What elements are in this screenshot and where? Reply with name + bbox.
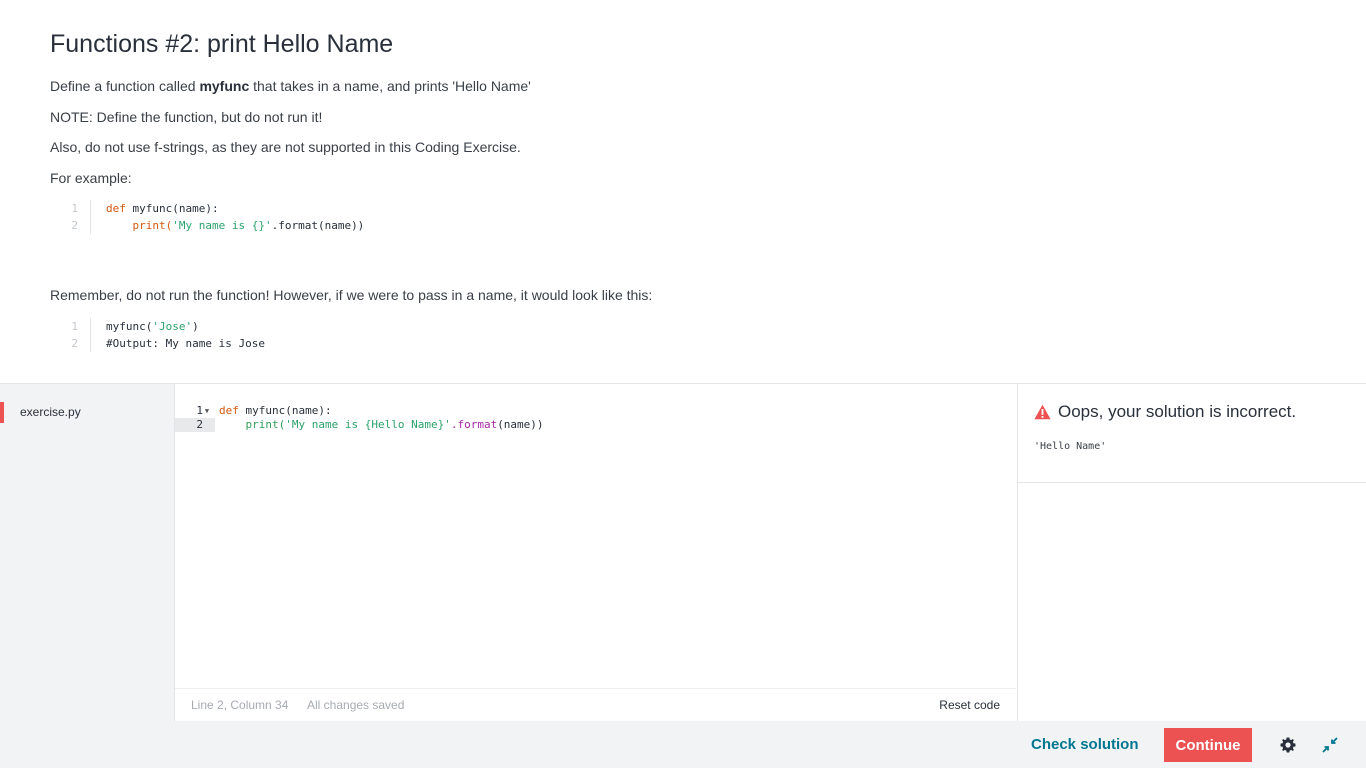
example-code-line: 2 print('My name is {}'.format(name)) [50,217,364,234]
editor-gutter-line-number: 2 [175,418,215,432]
fold-arrow-icon[interactable]: ▼ [203,404,211,418]
code-editor[interactable]: 1 ▼ def myfunc(name): 2 print('My name is… [175,384,1017,721]
file-list: exercise.py [0,384,175,721]
result-divider [1018,482,1366,483]
remember-text: Remember, do not run the function! Howev… [50,287,653,303]
instructions-panel: Functions #2: print Hello Name Define a … [0,0,1366,383]
intro-text: Define a function called myfunc that tak… [50,78,531,94]
collapse-icon[interactable] [1319,734,1341,756]
fstring-text: Also, do not use f-strings, as they are … [50,139,521,155]
intro-function-name: myfunc [199,78,250,94]
footer-bar: Check solution Continue [0,721,1366,768]
check-solution-button[interactable]: Check solution [1024,728,1146,762]
line-number: 2 [50,335,91,352]
intro-suffix: that takes in a name, and prints 'Hello … [249,78,531,94]
result-message: Oops, your solution is incorrect. [1058,402,1297,421]
gear-icon[interactable] [1277,734,1299,756]
gutter-number: 2 [196,418,203,431]
code-string: 'Jose' [152,320,193,333]
for-example-text: For example: [50,170,132,186]
code-text: .format(name)) [271,219,365,232]
code-string: 'My name is {Hello Name}' [285,418,451,431]
editor-line[interactable]: 1 ▼ def myfunc(name): [175,404,544,418]
file-item-exercise-py[interactable]: exercise.py [0,402,175,423]
gutter-number: 1 [196,404,203,417]
example-code-line: 1 def myfunc(name): [50,200,364,217]
editor-status-bar: Line 2, Column 34 All changes saved Rese… [175,688,1016,721]
code-method: .format [450,418,498,431]
code-text: (name)) [497,418,544,431]
exercise-title: Functions #2: print Hello Name [50,30,394,58]
warning-icon [1034,404,1051,420]
cursor-position: Line 2, Column 34 [191,698,289,712]
code-text: myfunc( [106,320,153,333]
note-text: NOTE: Define the function, but do not ru… [50,109,323,125]
example-output-block: 1 myfunc('Jose') 2 #Output: My name is J… [50,318,265,352]
code-builtin: print( [132,219,173,232]
example-code-block: 1 def myfunc(name): 2 print('My name is … [50,200,364,234]
continue-button[interactable]: Continue [1164,728,1252,762]
code-text: myfunc(name): [125,202,219,215]
editor-line[interactable]: 2 print('My name is {Hello Name}'.format… [175,418,544,432]
result-output: 'Hello Name' [1034,441,1107,452]
code-builtin: print( [245,418,286,431]
line-number: 1 [50,318,91,335]
result-heading: Oops, your solution is incorrect. [1034,402,1296,422]
code-keyword: def [106,202,126,215]
example-code-line: 1 myfunc('Jose') [50,318,265,335]
code-keyword: def [219,404,239,417]
save-status: All changes saved [307,698,405,712]
code-string: 'My name is {}' [172,219,272,232]
reset-code-button[interactable]: Reset code [939,689,1000,721]
code-text: ) [192,320,199,333]
code-comment: #Output: My name is Jose [106,337,265,350]
editor-code-area[interactable]: 1 ▼ def myfunc(name): 2 print('My name is… [175,404,544,432]
intro-prefix: Define a function called [50,78,200,94]
line-number: 1 [50,200,91,217]
line-number: 2 [50,217,91,234]
result-panel: Oops, your solution is incorrect. 'Hello… [1017,384,1366,721]
workspace: exercise.py 1 ▼ def myfunc(name): 2 print… [0,383,1366,768]
editor-gutter-line-number: 1 ▼ [175,404,215,418]
example-code-line: 2 #Output: My name is Jose [50,335,265,352]
code-text: myfunc(name): [238,404,332,417]
